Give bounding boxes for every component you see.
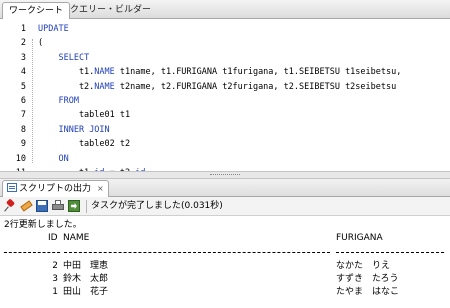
sql-keyword: NAME [94,81,115,92]
eraser-icon[interactable] [20,200,33,212]
task-status: タスクが完了しました(0.031秒) [91,201,223,211]
sql-text: t1name, t1.FURIGANA t1furigana, t1.SEIBE… [114,67,402,78]
line-number: 9 [20,139,26,150]
result-cell-name: 田山 花子 [63,287,109,297]
save-icon[interactable] [36,200,48,212]
line-number: 8 [20,124,26,135]
sql-text: table02 t2 [38,139,131,150]
export-icon[interactable] [68,200,80,212]
sql-editor[interactable]: 123456789101112 UPDATE( SELECT t1.NAME t… [0,19,450,171]
result-cell-id: 3 [52,274,58,284]
code-line: table02 t2 [38,137,130,151]
pane-splitter[interactable] [0,171,450,179]
line-number: 2 [20,38,26,49]
sql-text: t1. [38,67,95,78]
result-cell-id: 2 [52,261,58,271]
result-cell-name: 鈴木 太郎 [63,274,109,284]
line-number-gutter: 123456789101112 [0,19,30,171]
result-cell-furigana: すずき たろう [336,274,399,284]
line-number: 10 [15,153,26,164]
tab-query-builder[interactable]: クエリー・ビルダー [64,2,157,19]
result-cell-id: 1 [52,287,58,297]
output-tab-bar: スクリプトの出力 × [0,179,450,197]
sql-text: ( [38,38,44,49]
print-icon[interactable] [52,200,64,212]
update-message: 2行更新しました。 [4,220,82,230]
script-output-text[interactable]: 2行更新しました。 ID NAME FURIGANA 2 中田 理恵 なかた りえ 3… [0,216,450,308]
line-number: 6 [20,96,26,106]
sql-keyword: SELECT [58,52,90,63]
close-icon[interactable]: × [97,184,104,193]
tab-worksheet[interactable]: ワークシート [2,2,71,19]
sql-text: t2. [38,81,95,92]
column-header-id: ID [48,233,58,243]
tab-script-output[interactable]: スクリプトの出力 × [2,180,109,197]
line-number: 4 [20,67,26,78]
code-line: table01 t1 [38,108,130,122]
code-line: t1.NAME t1name, t1.FURIGANA t1furigana, … [38,65,401,79]
sql-text: table01 t1 [38,110,131,121]
code-line: t2.NAME t2name, t2.FURIGANA t2furigana, … [38,80,396,94]
output-toolbar: タスクが完了しました(0.031秒) [0,197,450,216]
result-cell-furigana: なかた りえ [336,261,391,271]
sql-keyword: INNER JOIN [58,124,110,135]
result-cell-name: 中田 理恵 [63,261,109,271]
result-cell-furigana: たやま はなこ [336,287,400,297]
code-line: ( [38,36,43,50]
toolbar-separator [86,200,87,213]
splitter-grip[interactable] [210,174,240,176]
line-number: 7 [20,110,26,121]
column-header-name: NAME [63,233,90,243]
code-line: INNER JOIN [38,123,110,137]
line-number: 3 [20,52,26,63]
sql-text: t2name, t2.FURIGANA t2furigana, t2.SEIBE… [114,81,397,92]
code-line: SELECT [38,51,89,65]
line-number: 1 [20,24,26,34]
code-fold-guide [32,39,33,163]
sql-keyword: ON [58,153,69,164]
column-header-furigana: FURIGANA [336,233,383,243]
header-divider [4,252,446,254]
line-number: 5 [20,81,26,92]
pin-icon[interactable] [4,198,16,212]
editor-tab-bar: ワークシート クエリー・ビルダー [0,0,450,19]
code-line: FROM [38,94,79,108]
sql-keyword: NAME [94,67,115,78]
script-output-icon [7,183,17,192]
sql-keyword: FROM [58,96,79,106]
code-line: ON [38,152,69,166]
sql-keyword: UPDATE [38,24,69,34]
code-line: UPDATE [38,22,69,36]
